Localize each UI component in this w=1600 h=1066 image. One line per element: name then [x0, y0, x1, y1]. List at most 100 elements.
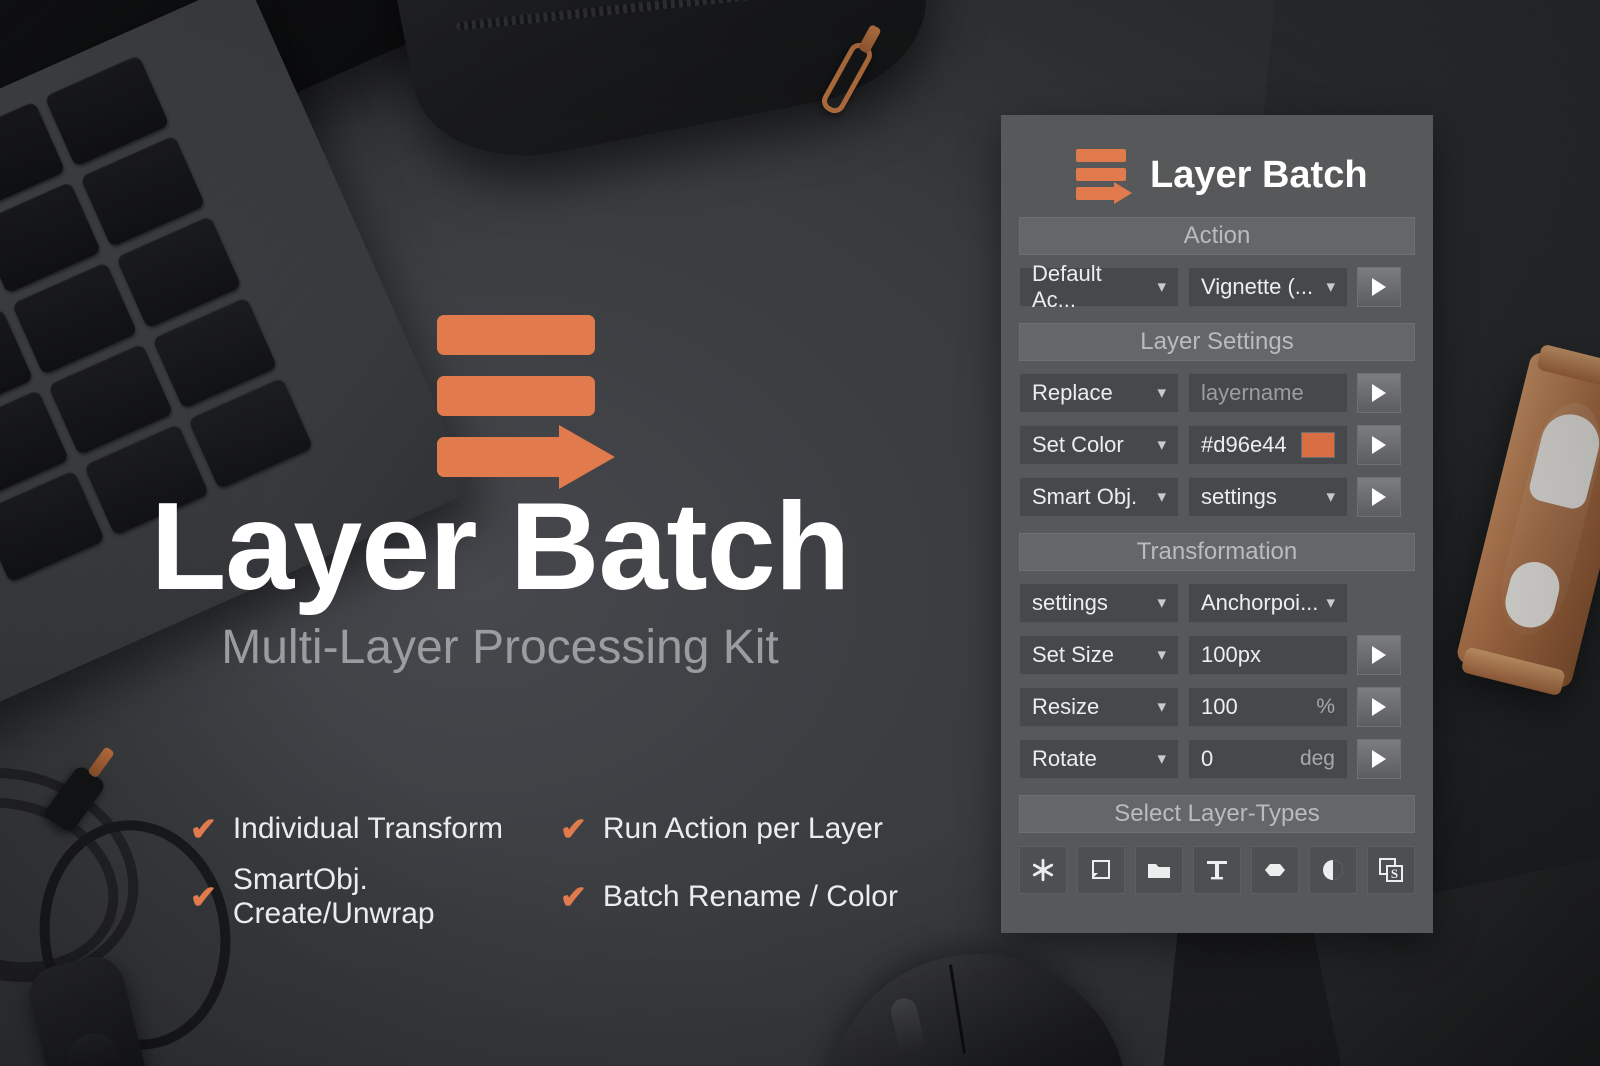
resize-row: Resize ▾ 100 % [1019, 687, 1415, 727]
transform-settings-row: settings ▾ Anchorpoi... ▾ [1019, 583, 1415, 623]
color-mode-dropdown[interactable]: Set Color ▾ [1019, 425, 1179, 465]
feature-label: Individual Transform [232, 812, 503, 845]
smartobject-mode-value: Smart Obj. [1032, 484, 1138, 509]
row-spacer [1357, 583, 1401, 623]
panel-header: Layer Batch [1001, 115, 1433, 204]
layer-batch-logo [437, 315, 617, 489]
layer-type-toolbar: S [1019, 846, 1415, 894]
set-size-mode-dropdown[interactable]: Set Size ▾ [1019, 635, 1179, 675]
smartobject-row: Smart Obj. ▾ settings ▾ [1019, 477, 1415, 517]
page-tagline: Multi-Layer Processing Kit [221, 621, 779, 674]
section-header-select-layer-types: Select Layer-Types [1019, 795, 1415, 833]
chevron-down-icon: ▾ [1157, 645, 1166, 664]
check-icon: ✔ [190, 811, 217, 847]
resize-input[interactable]: 100 % [1188, 687, 1348, 727]
chevron-down-icon: ▾ [1157, 277, 1166, 296]
rotate-input[interactable]: 0 deg [1188, 739, 1348, 779]
run-rename-button[interactable] [1357, 373, 1401, 413]
color-hex-input[interactable]: #d96e44 [1188, 425, 1348, 465]
play-icon [1372, 384, 1386, 402]
chevron-down-icon: ▾ [1157, 435, 1166, 454]
set-size-input[interactable]: 100px [1188, 635, 1348, 675]
list-item: ✔ Batch Rename / Color [560, 863, 930, 931]
check-icon: ✔ [190, 879, 217, 915]
run-resize-button[interactable] [1357, 687, 1401, 727]
resize-mode-dropdown[interactable]: Resize ▾ [1019, 687, 1179, 727]
text-layer-icon[interactable] [1193, 846, 1241, 894]
list-item: ✔ Individual Transform [190, 812, 560, 846]
color-row: Set Color ▾ #d96e44 [1019, 425, 1415, 465]
play-icon [1372, 488, 1386, 506]
all-layers-asterisk-icon[interactable] [1019, 846, 1067, 894]
chevron-down-icon: ▾ [1157, 383, 1166, 402]
section-header-transformation: Transformation [1019, 533, 1415, 571]
transform-settings-dropdown[interactable]: settings ▾ [1019, 583, 1179, 623]
pixel-layer-icon[interactable] [1077, 846, 1125, 894]
rotate-value: 0 [1201, 746, 1214, 771]
feature-label: Batch Rename / Color [602, 880, 898, 913]
set-size-row: Set Size ▾ 100px [1019, 635, 1415, 675]
chevron-down-icon: ▾ [1326, 277, 1335, 296]
run-action-button[interactable] [1357, 267, 1401, 307]
resize-value: 100 [1201, 694, 1238, 719]
layer-batch-panel: Layer Batch Action Default Ac... ▾ Vigne… [1001, 115, 1433, 933]
feature-label: SmartObj. Create/Unwrap [232, 863, 435, 930]
section-header-action: Action [1019, 217, 1415, 255]
rotate-mode-value: Rotate [1032, 746, 1097, 771]
smartobject-settings-value: settings [1201, 484, 1277, 509]
play-icon [1372, 698, 1386, 716]
run-set-size-button[interactable] [1357, 635, 1401, 675]
play-icon [1372, 750, 1386, 768]
svg-text:S: S [1391, 866, 1398, 881]
smartobject-settings-dropdown[interactable]: settings ▾ [1188, 477, 1348, 517]
play-icon [1372, 278, 1386, 296]
resize-mode-value: Resize [1032, 694, 1100, 719]
chevron-down-icon: ▾ [1326, 487, 1335, 506]
shape-layer-icon[interactable] [1251, 846, 1299, 894]
smart-object-layer-icon[interactable]: S [1367, 846, 1415, 894]
list-item: ✔ SmartObj. Create/Unwrap [190, 863, 560, 931]
section-header-layer-settings: Layer Settings [1019, 323, 1415, 361]
chevron-down-icon: ▾ [1157, 697, 1166, 716]
feature-list: ✔ Individual Transform ✔ Run Action per … [190, 812, 930, 931]
resize-unit-label: % [1316, 695, 1335, 718]
run-color-button[interactable] [1357, 425, 1401, 465]
check-icon: ✔ [560, 811, 587, 847]
check-icon: ✔ [560, 879, 587, 915]
chevron-down-icon: ▾ [1157, 487, 1166, 506]
transform-settings-value: settings [1032, 590, 1108, 615]
play-icon [1372, 436, 1386, 454]
color-hex-value: #d96e44 [1201, 432, 1287, 457]
chevron-down-icon: ▾ [1157, 593, 1166, 612]
chevron-down-icon: ▾ [1326, 593, 1335, 612]
hero-section: Layer Batch Multi-Layer Processing Kit ✔… [0, 0, 1000, 1066]
panel-title: Layer Batch [1150, 153, 1368, 196]
rename-row: Replace ▾ layername [1019, 373, 1415, 413]
smartobject-mode-dropdown[interactable]: Smart Obj. ▾ [1019, 477, 1179, 517]
rotate-mode-dropdown[interactable]: Rotate ▾ [1019, 739, 1179, 779]
anchorpoint-dropdown[interactable]: Anchorpoi... ▾ [1188, 583, 1348, 623]
layername-input[interactable]: layername [1188, 373, 1348, 413]
run-smartobject-button[interactable] [1357, 477, 1401, 517]
group-folder-icon[interactable] [1135, 846, 1183, 894]
panel-logo-icon [1076, 149, 1132, 204]
color-mode-value: Set Color [1032, 432, 1124, 457]
play-icon [1372, 646, 1386, 664]
list-item: ✔ Run Action per Layer [560, 812, 930, 846]
action-item-dropdown[interactable]: Vignette (... ▾ [1188, 267, 1348, 307]
rename-mode-dropdown[interactable]: Replace ▾ [1019, 373, 1179, 413]
action-set-dropdown[interactable]: Default Ac... ▾ [1019, 261, 1179, 312]
adjustment-layer-icon[interactable] [1309, 846, 1357, 894]
chevron-down-icon: ▾ [1157, 749, 1166, 768]
rotate-unit-label: deg [1299, 747, 1335, 770]
anchorpoint-value: Anchorpoi... [1201, 590, 1319, 615]
rotate-row: Rotate ▾ 0 deg [1019, 739, 1415, 779]
set-size-mode-value: Set Size [1032, 642, 1114, 667]
action-set-value: Default Ac... [1032, 261, 1102, 312]
rename-mode-value: Replace [1032, 380, 1113, 405]
action-item-value: Vignette (... [1201, 274, 1314, 299]
color-swatch[interactable] [1301, 432, 1335, 458]
feature-label: Run Action per Layer [602, 812, 883, 845]
run-rotate-button[interactable] [1357, 739, 1401, 779]
action-row: Default Ac... ▾ Vignette (... ▾ [1019, 261, 1415, 312]
